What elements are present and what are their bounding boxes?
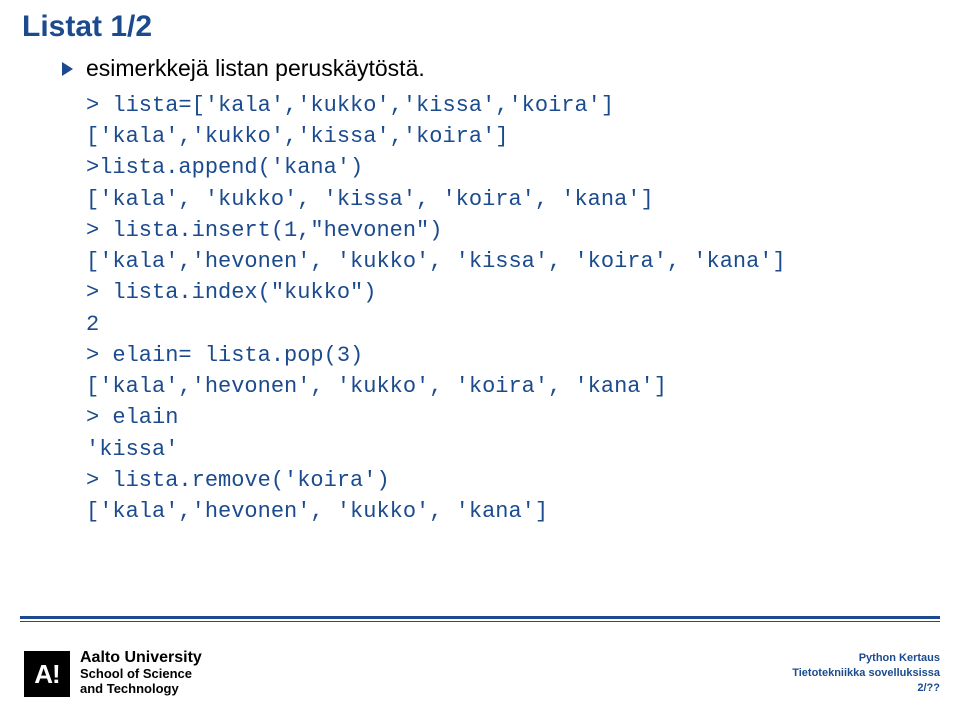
code-line: 'kissa' bbox=[86, 434, 786, 465]
bullet-text: esimerkkejä listan peruskäytöstä. bbox=[86, 55, 425, 82]
logo-text: Aalto University School of Science and T… bbox=[80, 649, 202, 697]
footer-right: Python Kertaus Tietotekniikka sovelluksi… bbox=[792, 651, 940, 696]
slide-title: Listat 1/2 bbox=[22, 10, 152, 44]
code-line: > lista.insert(1,"hevonen") bbox=[86, 215, 786, 246]
code-line: > lista.index("kukko") bbox=[86, 277, 786, 308]
logo-line1: Aalto University bbox=[80, 649, 202, 667]
logo-block: A! Aalto University School of Science an… bbox=[24, 647, 202, 697]
footer-line2: Tietotekniikka sovelluksissa bbox=[792, 666, 940, 681]
code-line: > lista.remove('koira') bbox=[86, 465, 786, 496]
footer-line1: Python Kertaus bbox=[792, 651, 940, 666]
logo-icon: A! bbox=[24, 651, 70, 697]
code-line: ['kala','hevonen', 'kukko', 'kana'] bbox=[86, 496, 786, 527]
code-line: ['kala','kukko','kissa','koira'] bbox=[86, 121, 786, 152]
footer: A! Aalto University School of Science an… bbox=[0, 639, 960, 715]
divider bbox=[20, 616, 940, 622]
code-line: ['kala', 'kukko', 'kissa', 'koira', 'kan… bbox=[86, 184, 786, 215]
code-line: > lista=['kala','kukko','kissa','koira'] bbox=[86, 90, 786, 121]
code-line: >lista.append('kana') bbox=[86, 152, 786, 183]
code-block: > lista=['kala','kukko','kissa','koira']… bbox=[86, 90, 786, 527]
code-line: > elain= lista.pop(3) bbox=[86, 340, 786, 371]
footer-line3: 2/?? bbox=[792, 681, 940, 696]
divider-thin bbox=[20, 621, 940, 622]
logo-mark-text: A! bbox=[34, 659, 59, 690]
logo-line3: and Technology bbox=[80, 682, 202, 697]
slide-content: esimerkkejä listan peruskäytöstä. > list… bbox=[62, 55, 786, 527]
bullet-icon bbox=[62, 62, 73, 76]
logo-line2: School of Science bbox=[80, 667, 202, 682]
code-line: ['kala','hevonen', 'kukko', 'kissa', 'ko… bbox=[86, 246, 786, 277]
code-line: > elain bbox=[86, 402, 786, 433]
code-line: 2 bbox=[86, 309, 786, 340]
code-line: ['kala','hevonen', 'kukko', 'koira', 'ka… bbox=[86, 371, 786, 402]
bullet-item: esimerkkejä listan peruskäytöstä. bbox=[62, 55, 786, 82]
divider-thick bbox=[20, 616, 940, 619]
